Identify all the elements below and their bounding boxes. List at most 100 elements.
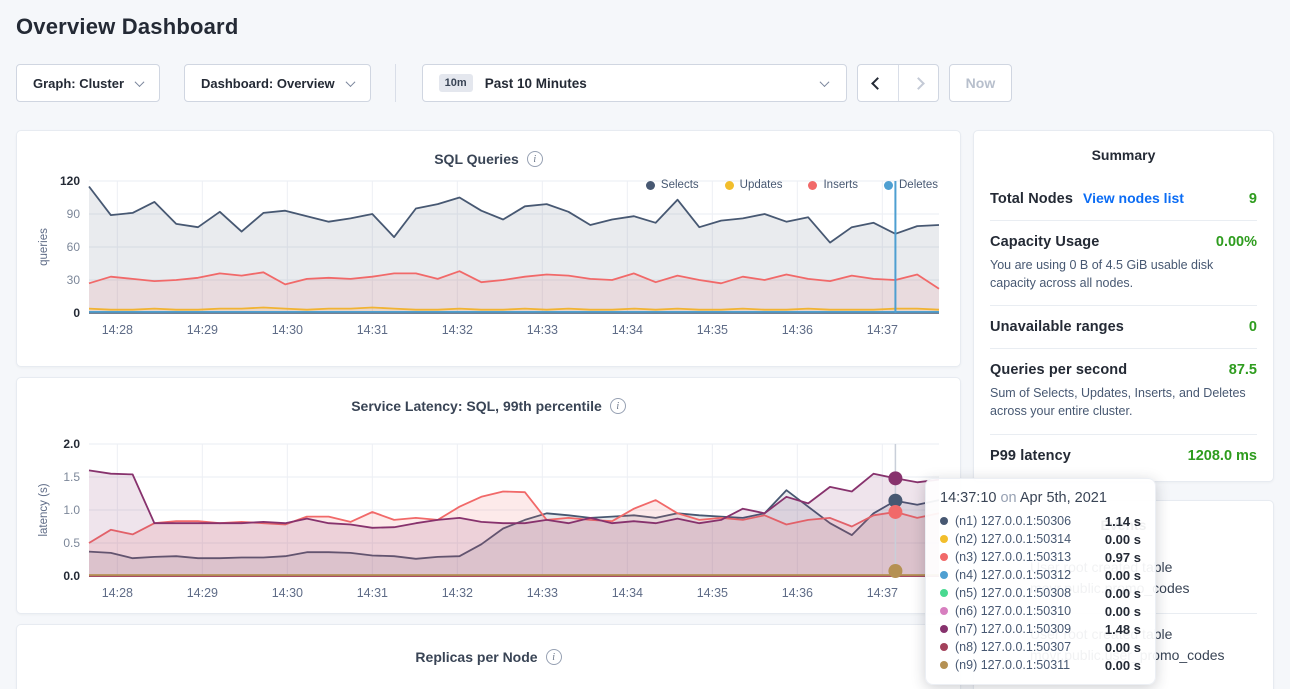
tooltip-node-value: 0.00 s bbox=[1105, 586, 1141, 601]
tooltip-row: (n1) 127.0.0.1:50306 1.14 s bbox=[940, 512, 1141, 530]
replicas-per-node-card: Replicas per Node i bbox=[16, 624, 961, 689]
tooltip-node-label: (n4) 127.0.0.1:50312 bbox=[955, 568, 1071, 582]
svg-text:14:36: 14:36 bbox=[782, 586, 813, 600]
next-time-button[interactable] bbox=[898, 65, 938, 101]
tooltip-row: (n2) 127.0.0.1:503140.00 s bbox=[940, 530, 1141, 548]
metric-value: 9 bbox=[1249, 191, 1257, 207]
svg-text:14:28: 14:28 bbox=[102, 323, 133, 337]
sql-queries-card: SQL Queries i Selects Updates Inserts Delet… bbox=[16, 130, 961, 367]
dashboard-dropdown[interactable]: Dashboard: Overview bbox=[184, 64, 371, 102]
chart-title: Replicas per Node bbox=[415, 649, 537, 665]
node-color-dot-icon bbox=[940, 607, 948, 615]
metric-value: 1208.0 ms bbox=[1188, 448, 1257, 464]
metric-label: Capacity Usage bbox=[990, 234, 1099, 250]
metric-value: 87.5 bbox=[1229, 362, 1257, 378]
tooltip-node-label: (n9) 127.0.0.1:50311 bbox=[955, 658, 1070, 672]
tooltip-node-label: (n1) 127.0.0.1:50306 bbox=[955, 514, 1071, 528]
tooltip-node-label: (n8) 127.0.0.1:50307 bbox=[955, 640, 1071, 654]
legend-dot-icon bbox=[884, 181, 893, 190]
svg-text:14:37: 14:37 bbox=[867, 323, 898, 337]
metric-label: Queries per second bbox=[990, 362, 1127, 378]
prev-time-button[interactable] bbox=[858, 65, 898, 101]
metric-label: Total Nodes bbox=[990, 191, 1073, 207]
time-range-label: Past 10 Minutes bbox=[485, 76, 587, 91]
tooltip-row: (n9) 127.0.0.1:50311 0.00 s bbox=[940, 656, 1141, 674]
service-latency-chart[interactable]: 0.00.51.01.52.014:2814:2914:3014:3114:32… bbox=[33, 436, 944, 608]
chart-title: SQL Queries bbox=[434, 151, 519, 167]
tooltip-timestamp: 14:37:10 on Apr 5th, 2021 bbox=[940, 490, 1141, 506]
legend-label: Inserts bbox=[823, 179, 858, 191]
svg-text:90: 90 bbox=[67, 207, 81, 221]
tooltip-node-value: 0.00 s bbox=[1105, 658, 1141, 673]
chevron-down-icon bbox=[345, 77, 355, 87]
sql-queries-chart[interactable]: 030609012014:2814:2914:3014:3114:3214:33… bbox=[33, 173, 944, 345]
now-button[interactable]: Now bbox=[949, 64, 1013, 102]
legend-label: Updates bbox=[740, 179, 783, 191]
node-color-dot-icon bbox=[940, 625, 948, 633]
p99-latency-row: P99 latency 1208.0 ms bbox=[990, 435, 1257, 477]
dashboard-controls: Graph: Cluster Dashboard: Overview 10m P… bbox=[16, 64, 1274, 102]
chevron-down-icon bbox=[819, 77, 829, 87]
svg-text:2.0: 2.0 bbox=[63, 437, 80, 451]
time-range-badge: 10m bbox=[439, 74, 473, 92]
svg-text:120: 120 bbox=[60, 174, 80, 188]
legend-item: Inserts bbox=[808, 179, 858, 191]
svg-text:0.0: 0.0 bbox=[63, 569, 80, 583]
node-color-dot-icon bbox=[940, 589, 948, 597]
node-color-dot-icon bbox=[940, 643, 948, 651]
view-nodes-list-link[interactable]: View nodes list bbox=[1083, 190, 1184, 206]
legend-item: Updates bbox=[725, 179, 783, 191]
page-title: Overview Dashboard bbox=[16, 14, 1274, 40]
svg-text:14:35: 14:35 bbox=[697, 323, 728, 337]
node-color-dot-icon bbox=[940, 535, 948, 543]
time-range-selector[interactable]: 10m Past 10 Minutes bbox=[422, 64, 847, 102]
legend-item: Selects bbox=[646, 179, 699, 191]
svg-text:14:32: 14:32 bbox=[442, 323, 473, 337]
summary-title: Summary bbox=[990, 147, 1257, 163]
metric-value: 0 bbox=[1249, 319, 1257, 335]
svg-text:60: 60 bbox=[67, 240, 81, 254]
unavailable-ranges-row: Unavailable ranges 0 bbox=[990, 306, 1257, 349]
info-icon[interactable]: i bbox=[546, 649, 562, 665]
charts-column: SQL Queries i Selects Updates Inserts Delet… bbox=[16, 130, 961, 689]
info-icon[interactable]: i bbox=[527, 151, 543, 167]
tooltip-node-value: 0.00 s bbox=[1105, 532, 1141, 547]
svg-text:14:36: 14:36 bbox=[782, 323, 813, 337]
chevron-down-icon bbox=[135, 77, 145, 87]
legend-item: Deletes bbox=[884, 179, 938, 191]
svg-text:14:35: 14:35 bbox=[697, 586, 728, 600]
graph-dropdown-label: Graph: Cluster bbox=[33, 76, 124, 91]
metric-label: P99 latency bbox=[990, 448, 1071, 464]
svg-text:14:30: 14:30 bbox=[272, 586, 303, 600]
svg-text:0.5: 0.5 bbox=[63, 536, 80, 550]
tooltip-row: (n5) 127.0.0.1:503080.00 s bbox=[940, 584, 1141, 602]
svg-text:latency (s): latency (s) bbox=[38, 483, 50, 536]
tooltip-node-value: 1.14 s bbox=[1105, 514, 1141, 529]
dashboard-dropdown-label: Dashboard: Overview bbox=[201, 76, 335, 91]
legend-dot-icon bbox=[808, 181, 817, 190]
svg-text:30: 30 bbox=[67, 273, 81, 287]
info-icon[interactable]: i bbox=[610, 398, 626, 414]
tooltip-node-label: (n7) 127.0.0.1:50309 bbox=[955, 622, 1071, 636]
tooltip-node-value: 0.00 s bbox=[1105, 640, 1141, 655]
queries-per-second-row: Queries per second 87.5 Sum of Selects, … bbox=[990, 349, 1257, 434]
legend-label: Selects bbox=[661, 179, 699, 191]
svg-text:14:28: 14:28 bbox=[102, 586, 133, 600]
svg-text:14:34: 14:34 bbox=[612, 323, 643, 337]
chevron-left-icon bbox=[871, 77, 884, 90]
node-color-dot-icon bbox=[940, 553, 948, 561]
legend-dot-icon bbox=[646, 181, 655, 190]
node-color-dot-icon bbox=[940, 571, 948, 579]
tooltip-node-label: (n6) 127.0.0.1:50310 bbox=[955, 604, 1071, 618]
metric-value: 0.00% bbox=[1216, 234, 1257, 250]
svg-text:14:29: 14:29 bbox=[187, 323, 218, 337]
svg-text:1.0: 1.0 bbox=[63, 503, 80, 517]
tooltip-node-value: 1.48 s bbox=[1105, 622, 1141, 637]
svg-text:14:33: 14:33 bbox=[527, 586, 558, 600]
tooltip-node-value: 0.97 s bbox=[1105, 550, 1141, 565]
graph-dropdown[interactable]: Graph: Cluster bbox=[16, 64, 160, 102]
svg-text:14:29: 14:29 bbox=[187, 586, 218, 600]
node-color-dot-icon bbox=[940, 661, 948, 669]
legend-dot-icon bbox=[725, 181, 734, 190]
node-color-dot-icon bbox=[940, 517, 948, 525]
